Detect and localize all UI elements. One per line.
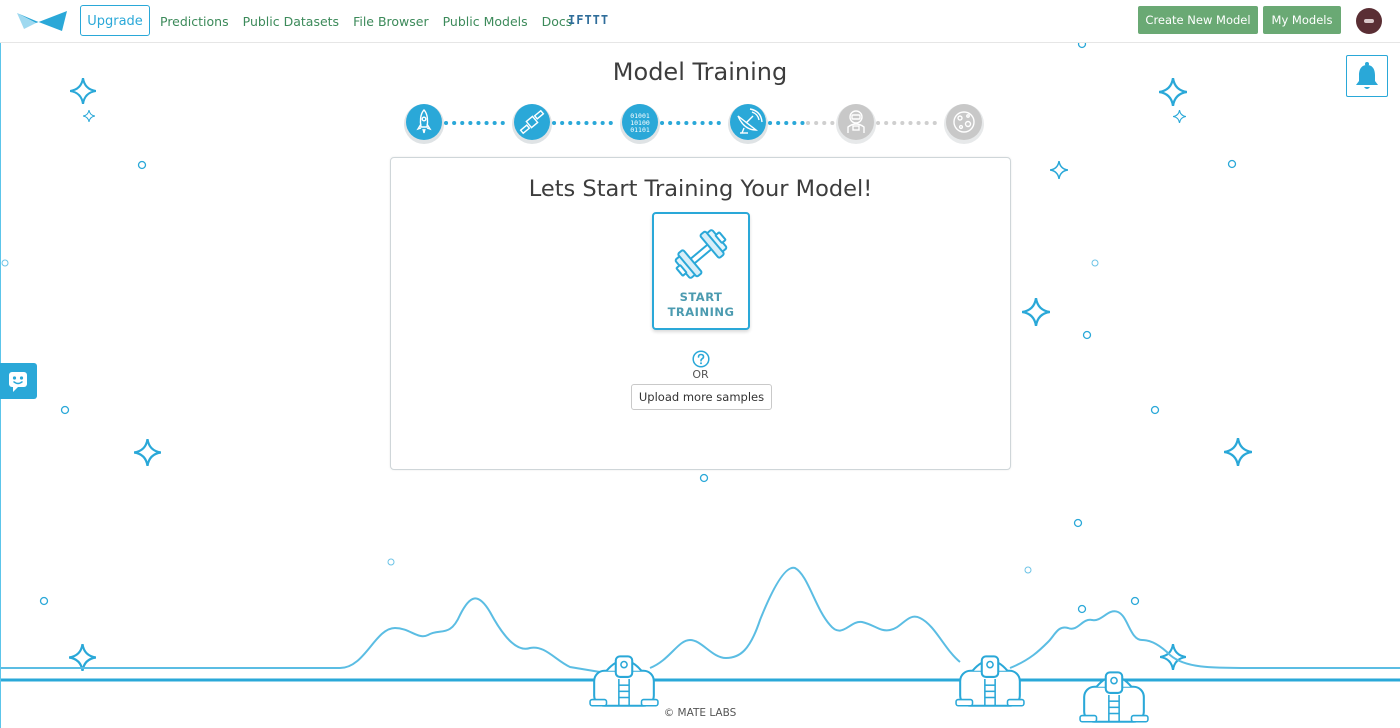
step-rocket[interactable] (404, 104, 444, 144)
or-separator: OR (692, 368, 709, 381)
footer-copyright: © MATE LABS (663, 707, 737, 719)
my-models-button[interactable]: My Models (1263, 6, 1341, 34)
lunar-pod-icon (955, 655, 1025, 707)
lunar-pod-icon (589, 655, 659, 707)
star-icon (83, 110, 95, 122)
step-data[interactable]: 01001 10100 01101 (620, 104, 660, 144)
star-icon (1173, 110, 1186, 123)
start-training-button[interactable]: START TRAINING (652, 212, 750, 330)
binary-data-icon: 01001 10100 01101 (630, 112, 650, 134)
star-icon (1022, 298, 1050, 326)
dumbbell-icon (674, 229, 728, 279)
help-icon[interactable] (692, 350, 710, 368)
training-card: Lets Start Training Your Model! START TR… (390, 157, 1011, 470)
svg-text:01101: 01101 (630, 126, 650, 134)
ifttt-link[interactable]: IFTTT (568, 13, 609, 27)
page-title: Model Training (612, 58, 788, 86)
training-progress-steps: 01001 10100 01101 (404, 104, 984, 144)
avatar-glyph (1364, 19, 1374, 23)
star-icon (1224, 438, 1252, 466)
start-label-line2: TRAINING (667, 305, 735, 319)
start-label-line1: START (679, 290, 723, 304)
star-icon (69, 644, 96, 671)
step-satellite-dish[interactable] (728, 104, 768, 144)
start-training-label: START TRAINING (654, 290, 748, 320)
step-satellite[interactable] (512, 104, 552, 144)
upgrade-button[interactable]: Upgrade (80, 5, 150, 36)
nav-link-predictions[interactable]: Predictions (160, 14, 229, 29)
card-title: Lets Start Training Your Model! (528, 176, 873, 202)
create-new-model-button[interactable]: Create New Model (1138, 6, 1258, 34)
star-icon (1050, 161, 1068, 179)
step-astronaut[interactable] (836, 104, 876, 144)
top-navigation-bar: Upgrade Predictions Public Datasets File… (0, 0, 1400, 43)
star-icon (134, 439, 161, 466)
nav-link-file-browser[interactable]: File Browser (353, 14, 429, 29)
chat-icon (9, 372, 27, 392)
nav-link-public-datasets[interactable]: Public Datasets (243, 14, 339, 29)
user-avatar[interactable] (1356, 8, 1382, 34)
step-moon[interactable] (944, 104, 984, 144)
chat-support-tab[interactable] (0, 363, 37, 399)
nav-link-public-models[interactable]: Public Models (443, 14, 528, 29)
main-nav-links: Predictions Public Datasets File Browser… (160, 0, 586, 42)
mate-labs-logo[interactable] (16, 9, 68, 33)
upload-more-samples-button[interactable]: Upload more samples (631, 384, 772, 410)
